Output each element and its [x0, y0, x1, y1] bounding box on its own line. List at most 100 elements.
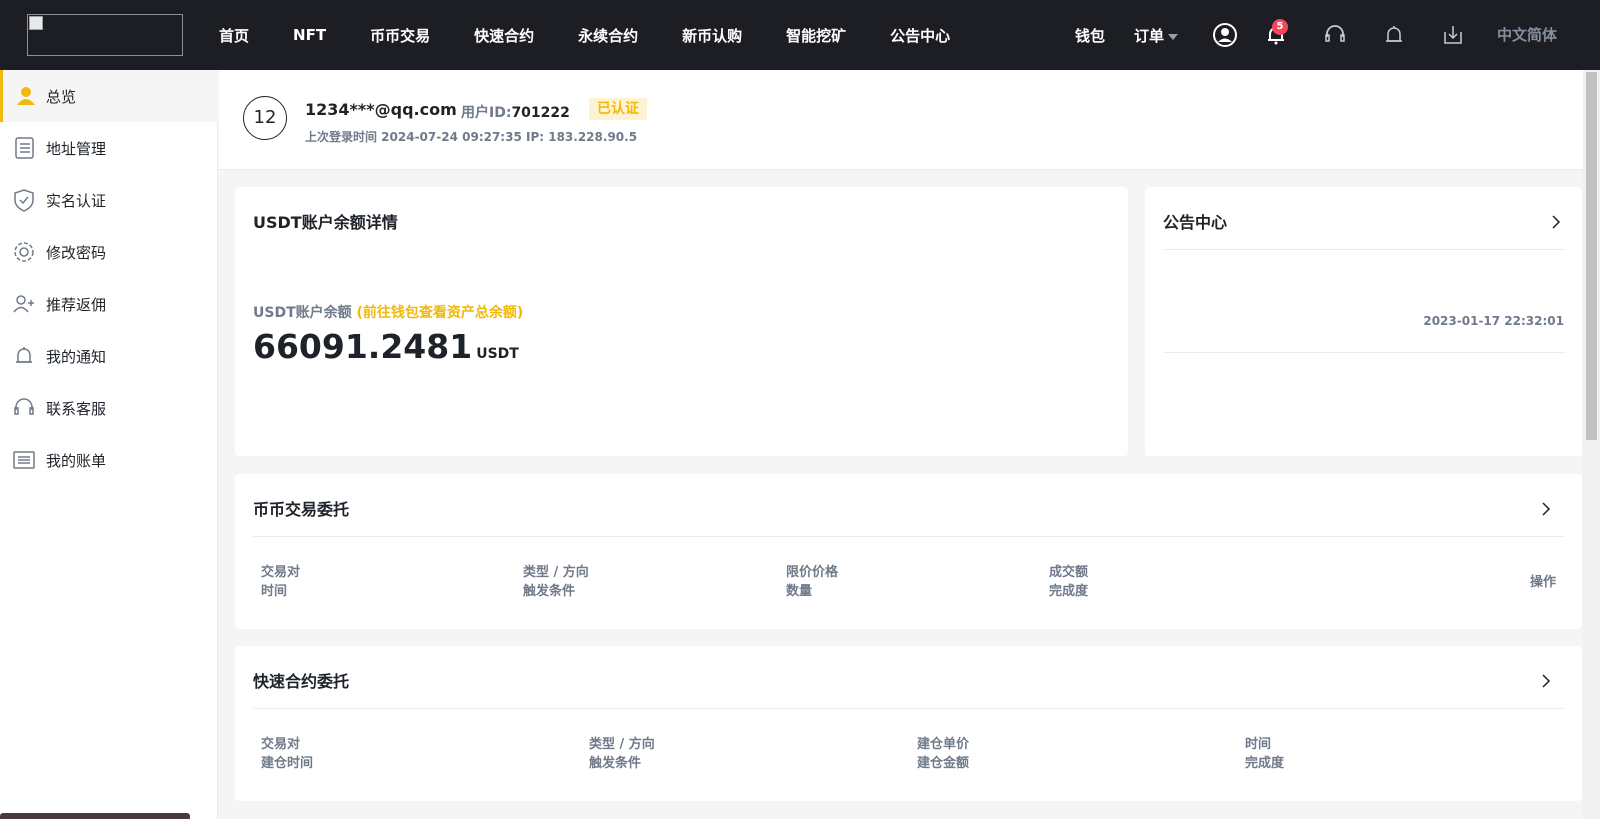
column-header: 建仓时间: [261, 756, 314, 771]
balance-card-title: USDT账户余额详情: [253, 213, 398, 232]
column-header-open-price: 建仓单价 建仓金额: [917, 735, 969, 773]
nav-smart-mining[interactable]: 智能挖矿: [786, 25, 846, 46]
main-nav: 首页 NFT 币币交易 快速合约 永续合约 新币认购 智能挖矿 公告中心: [219, 0, 994, 70]
verified-badge: 已认证: [589, 98, 647, 120]
bell-outline-icon[interactable]: [1381, 22, 1407, 48]
user-info-panel: 12 1234***@qq.com 用户ID:701222 已认证 上次登录时间…: [219, 70, 1583, 170]
notification-badge: 5: [1272, 19, 1288, 35]
sidebar-item-notifications[interactable]: 我的通知: [0, 330, 218, 382]
sidebar-item-label: 总览: [46, 87, 77, 106]
nav-orders-dropdown[interactable]: 订单: [1134, 25, 1179, 46]
column-header-time: 时间 完成度: [1245, 735, 1284, 773]
nav-announcements[interactable]: 公告中心: [890, 25, 950, 46]
divider: [1163, 249, 1566, 250]
logo-image[interactable]: [27, 14, 183, 56]
user-icon: [17, 87, 35, 105]
language-switch[interactable]: 中文简体: [1497, 24, 1557, 45]
nav-spot-trading[interactable]: 币币交易: [370, 25, 430, 46]
column-header: 建仓金额: [917, 756, 970, 771]
chevron-right-icon[interactable]: [1539, 674, 1553, 688]
spot-orders-title: 币币交易委托: [253, 500, 350, 519]
user-circle-icon[interactable]: [1212, 22, 1238, 48]
chevron-right-icon[interactable]: [1549, 215, 1563, 229]
sidebar-item-label: 我的通知: [46, 347, 107, 366]
sidebar-item-label: 我的账单: [46, 451, 107, 470]
balance-amount: 66091.2481: [253, 327, 473, 366]
column-header-pair: 交易对 建仓时间: [261, 735, 313, 773]
nav-perpetual-contract[interactable]: 永续合约: [578, 25, 638, 46]
sidebar-item-label: 实名认证: [46, 191, 107, 210]
nav-wallet[interactable]: 钱包: [1075, 25, 1105, 46]
sidebar-item-change-password[interactable]: 修改密码: [0, 226, 218, 278]
sidebar-item-bills[interactable]: 我的账单: [0, 434, 218, 486]
sidebar-item-overview[interactable]: 总览: [0, 70, 218, 122]
chevron-right-icon[interactable]: [1539, 502, 1553, 516]
add-user-icon: [13, 295, 34, 313]
bell-icon: [16, 347, 32, 363]
quick-contract-card: 快速合约委托 交易对 建仓时间 类型 / 方向 触发条件 建仓单价 建仓金额 时…: [235, 646, 1582, 801]
column-header: 完成度: [1049, 584, 1089, 599]
column-header: 交易对: [261, 737, 301, 752]
column-header: 限价价格: [786, 565, 839, 580]
quick-contract-title: 快速合约委托: [253, 672, 350, 691]
headset-icon[interactable]: [1322, 22, 1348, 48]
download-icon[interactable]: [1440, 22, 1466, 48]
column-header: 时间: [1245, 737, 1272, 752]
nav-home[interactable]: 首页: [219, 25, 249, 46]
sidebar-item-label: 地址管理: [46, 139, 107, 158]
balance-unit: USDT: [476, 346, 519, 362]
balance-label: USDT账户余额 (前往钱包查看资产总余额): [253, 302, 523, 322]
wallet-link[interactable]: (前往钱包查看资产总余额): [357, 305, 524, 321]
sidebar-item-label: 联系客服: [46, 399, 107, 418]
broken-image-icon: [29, 16, 43, 30]
divider: [253, 536, 1564, 537]
nav-quick-contract[interactable]: 快速合约: [474, 25, 534, 46]
column-header-type: 类型 / 方向 触发条件: [589, 735, 655, 773]
sidebar-item-verification[interactable]: 实名认证: [0, 174, 218, 226]
shield-icon: [14, 189, 34, 212]
page-scrollbar[interactable]: [1583, 70, 1600, 819]
sidebar-item-support[interactable]: 联系客服: [0, 382, 218, 434]
bill-icon: [13, 451, 35, 469]
last-login-info: 上次登录时间 2024-07-24 09:27:35 IP: 183.228.9…: [305, 130, 638, 144]
column-header: 建仓单价: [917, 737, 970, 752]
gear-icon: [14, 242, 34, 262]
column-header-type: 类型 / 方向 触发条件: [523, 563, 589, 601]
user-id-value: 701222: [511, 105, 570, 121]
column-header: 完成度: [1245, 756, 1285, 771]
user-id-label: 用户ID:: [461, 105, 512, 121]
column-header: 交易对: [261, 565, 301, 580]
caret-down-icon: [1168, 33, 1179, 40]
orders-label: 订单: [1134, 27, 1165, 45]
user-id: 用户ID:701222: [461, 102, 570, 122]
nav-new-coin-subscription[interactable]: 新币认购: [682, 25, 742, 46]
column-header: 时间: [261, 584, 288, 599]
sidebar-item-address[interactable]: 地址管理: [0, 122, 218, 174]
announcement-card-title: 公告中心: [1163, 213, 1228, 232]
sidebar-item-referral[interactable]: 推荐返佣: [0, 278, 218, 330]
column-header-price: 限价价格 数量: [786, 563, 838, 601]
column-header: 数量: [786, 584, 813, 599]
sidebar-item-label: 修改密码: [46, 243, 107, 262]
divider: [253, 708, 1564, 709]
column-header-action: 操作: [1530, 575, 1557, 590]
column-header-amount: 成交额 完成度: [1049, 563, 1088, 601]
list-icon: [15, 137, 34, 159]
column-header: 成交额: [1049, 565, 1089, 580]
column-header: 类型 / 方向: [589, 737, 655, 752]
headset-icon: [14, 398, 34, 415]
balance-value: 66091.2481 USDT: [253, 327, 519, 366]
bottom-bar: [0, 813, 190, 819]
column-header: 类型 / 方向: [523, 565, 589, 580]
column-header: 触发条件: [523, 584, 576, 599]
scrollbar-thumb[interactable]: [1586, 72, 1597, 440]
sidebar-item-label: 推荐返佣: [46, 295, 107, 314]
announcement-date[interactable]: 2023-01-17 22:32:01: [1423, 314, 1564, 328]
nav-nft[interactable]: NFT: [293, 26, 326, 44]
column-header: 触发条件: [589, 756, 642, 771]
user-email: 1234***@qq.com: [305, 100, 457, 119]
announcement-card: 公告中心 2023-01-17 22:32:01: [1145, 187, 1582, 456]
top-navigation-bar: 首页 NFT 币币交易 快速合约 永续合约 新币认购 智能挖矿 公告中心: [0, 0, 1600, 70]
divider: [1163, 352, 1566, 353]
spot-orders-card: 币币交易委托 交易对 时间 类型 / 方向 触发条件 限价价格 数量 成交额 完…: [235, 474, 1582, 629]
